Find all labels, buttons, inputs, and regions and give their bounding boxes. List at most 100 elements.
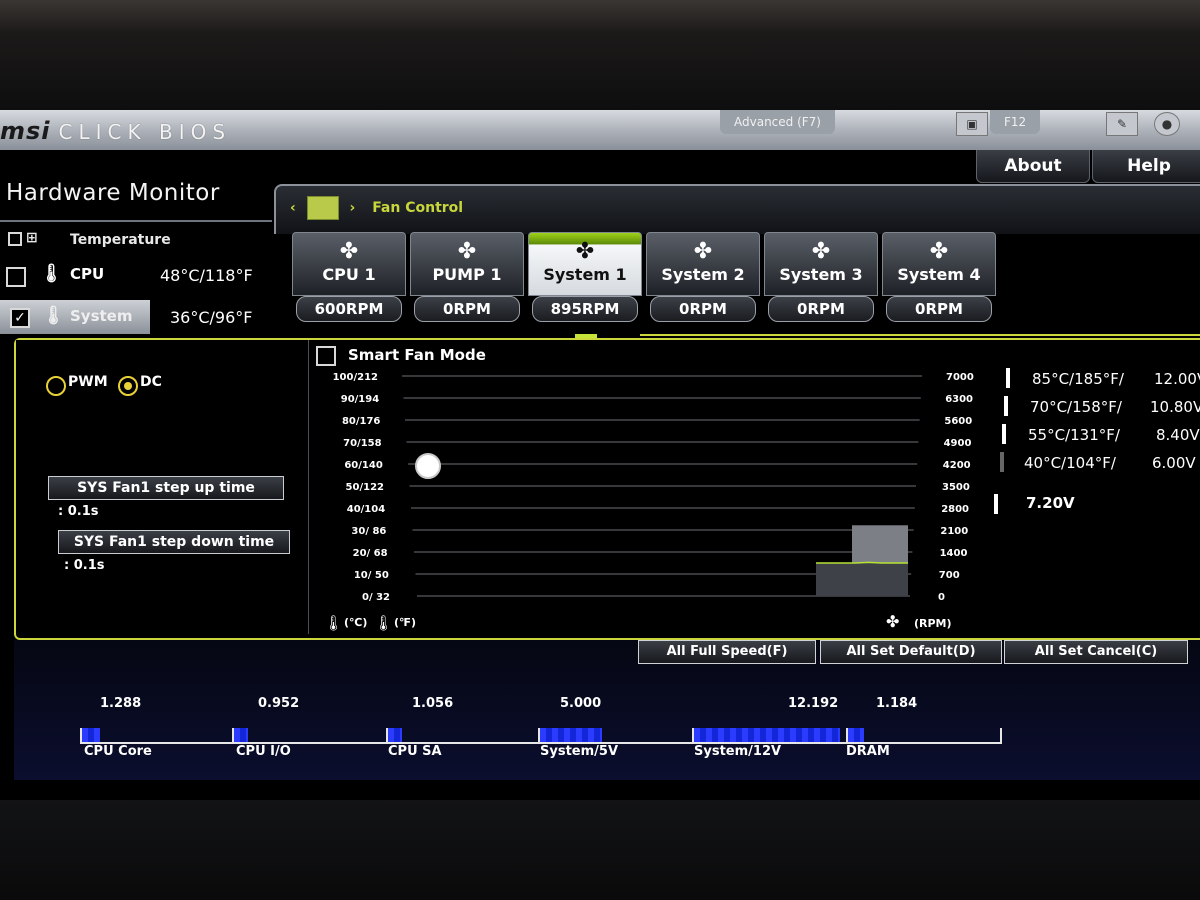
all-set-cancel-button[interactable]: All Set Cancel(C) <box>1004 640 1188 664</box>
voltage-tick <box>232 728 234 744</box>
fan-rpm-system-3: 0RPM <box>768 296 874 322</box>
step-up-time-button[interactable]: SYS Fan1 step up time <box>48 476 284 500</box>
dc-radio[interactable] <box>118 376 138 396</box>
voltage-bar-cpu-core <box>82 728 100 742</box>
thermometer-icon: 🌡︎ <box>374 614 394 632</box>
voltage-value: 5.000 <box>560 696 602 711</box>
sensor-row-system[interactable]: ✓ 🌡︎ System 36°C/96°F <box>0 300 280 334</box>
temp-tick-label: 20/ 68 <box>353 548 388 559</box>
temp-tick-label: 70/158 <box>343 438 381 449</box>
current-voltage-bar <box>994 494 998 514</box>
voltage-tick <box>386 728 388 744</box>
fan-icon: ✤ <box>575 239 595 264</box>
fan-icon: ✤ <box>339 239 359 264</box>
fan-icon: ✤ <box>929 239 949 264</box>
about-button[interactable]: About <box>976 150 1090 183</box>
fan-tab-label: System 4 <box>897 265 981 284</box>
bios-screen: msi CLICK BIOS Advanced (F7) ▣ F12 ✎ ● Ab… <box>0 110 1200 800</box>
active-tab-marker <box>575 334 597 338</box>
smart-fan-label: Smart Fan Mode <box>348 346 486 364</box>
rpm-tick-label: 700 <box>939 570 960 581</box>
current-temperature-marker <box>415 453 441 479</box>
voltage-bar-system-5v <box>540 728 602 742</box>
bios-top-bar: msi CLICK BIOS Advanced (F7) ▣ F12 ✎ ● <box>0 110 1200 150</box>
smart-fan-checkbox[interactable] <box>316 346 336 366</box>
temp-tick-label: 0/ 32 <box>362 592 390 603</box>
collapse-toggle[interactable] <box>8 232 22 246</box>
voltage-value: 12.192 <box>788 696 839 711</box>
voltage-bar-dram <box>848 728 864 742</box>
fan-rpm-cpu-1: 600RPM <box>296 296 402 322</box>
tab-f12[interactable]: F12 <box>990 110 1041 134</box>
voltage-label: DRAM <box>846 744 890 759</box>
breadcrumb-label: Fan Control <box>372 200 464 216</box>
thermometer-icon: 🌡︎ <box>324 614 344 632</box>
language-icon[interactable]: ● <box>1154 112 1180 136</box>
voltage-label: CPU Core <box>84 744 152 759</box>
step-down-time-button[interactable]: SYS Fan1 step down time <box>58 530 290 554</box>
sensor-row-cpu[interactable]: 🌡︎ CPU 48°C/118°F <box>0 258 280 292</box>
voltage-value: 1.288 <box>100 696 142 711</box>
screenshot-icon[interactable]: ▣ <box>956 112 988 136</box>
all-full-speed-button[interactable]: All Full Speed(F) <box>638 640 816 664</box>
voltage-value: 0.952 <box>258 696 300 711</box>
sensor-checkbox-system[interactable]: ✓ <box>10 308 30 328</box>
bookmark-icon[interactable]: ✎ <box>1106 112 1138 136</box>
tab-system-1[interactable]: ✤ System 1 <box>528 232 642 296</box>
rpm-axis-label: (RPM) <box>914 617 952 630</box>
voltage-bar-system-12v <box>694 728 840 742</box>
legend-level-bar <box>1002 424 1006 444</box>
sensor-header[interactable]: ⊞ Temperature <box>6 230 276 252</box>
tab-system-2[interactable]: ✤ System 2 <box>646 232 760 296</box>
rpm-tick-label: 6300 <box>945 394 973 405</box>
pwm-label: PWM <box>68 374 108 390</box>
page-title: Hardware Monitor <box>6 180 220 206</box>
rpm-tick-label: 1400 <box>940 548 968 559</box>
rpm-tick-label: 4200 <box>943 460 971 471</box>
tab-cpu-1[interactable]: ✤ CPU 1 <box>292 232 406 296</box>
fahrenheit-axis-label: (℉) <box>394 616 417 629</box>
rpm-tick-label: 2100 <box>940 526 968 537</box>
sensor-header-label: Temperature <box>70 232 171 248</box>
logo-main: msi <box>0 117 51 145</box>
tab-system-3[interactable]: ✤ System 3 <box>764 232 878 296</box>
current-voltage: 7.20V <box>1026 494 1075 512</box>
temp-tick-label: 80/176 <box>342 416 380 427</box>
help-button[interactable]: Help <box>1092 150 1200 183</box>
sensor-value: 36°C/96°F <box>170 308 253 327</box>
legend-level-bar <box>1000 452 1004 472</box>
legend-volt: 10.80V <box>1150 398 1200 416</box>
legend-level-bar <box>1004 396 1008 416</box>
dc-label: DC <box>140 374 162 390</box>
sensor-checkbox-cpu[interactable] <box>6 267 26 287</box>
voltage-label: System/12V <box>694 744 782 759</box>
tab-connector-line <box>640 334 1200 336</box>
temp-tick-label: 60/140 <box>344 460 382 471</box>
temp-tick-label: 100/212 <box>333 372 378 383</box>
tab-system-4[interactable]: ✤ System 4 <box>882 232 996 296</box>
voltage-tick <box>538 728 540 744</box>
rpm-history-area <box>816 563 908 596</box>
fan-tab-label: System 3 <box>779 265 863 284</box>
msi-logo: msi CLICK BIOS <box>0 118 231 144</box>
thermometer-icon: 🌡︎ <box>42 305 65 326</box>
voltage-tick <box>1000 728 1002 744</box>
rpm-tick-label: 2800 <box>941 504 969 515</box>
fan-curve-chart[interactable]: 100/212 90/194 80/176 70/158 60/140 50/122 40/… <box>310 366 990 626</box>
all-set-default-button[interactable]: All Set Default(D) <box>820 640 1002 664</box>
voltage-value: 1.184 <box>876 696 918 711</box>
pwm-radio[interactable] <box>46 376 66 396</box>
fan-icon: ✤ <box>811 239 831 264</box>
fan-rpm-pump-1: 0RPM <box>414 296 520 322</box>
rpm-tick-label: 7000 <box>946 372 974 383</box>
tab-pump-1[interactable]: ✤ PUMP 1 <box>410 232 524 296</box>
legend-volt: 12.00V <box>1154 370 1200 388</box>
back-arrow-icon[interactable]: ‹ <box>290 200 296 216</box>
tab-advanced[interactable]: Advanced (F7) <box>720 110 835 134</box>
celsius-axis-label: (℃) <box>344 616 368 629</box>
rpm-history-line <box>816 561 908 564</box>
legend-temp: 85°C/185°F/ <box>1032 370 1124 388</box>
thermometer-icon: 🌡︎ <box>40 263 63 284</box>
voltage-tick <box>692 728 694 744</box>
voltage-bar-cpu-sa <box>388 728 402 742</box>
